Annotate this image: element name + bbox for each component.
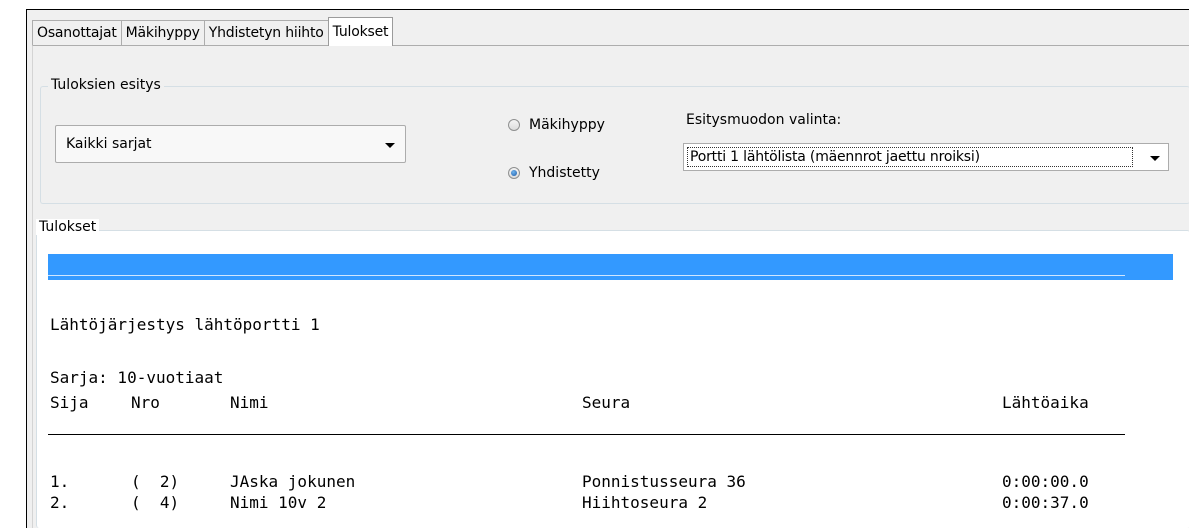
row-name: Nimi 10v 2 — [230, 493, 327, 512]
format-select-value: Portti 1 lähtölista (mäennrot jaettu nro… — [687, 147, 1133, 167]
col-header-name: Nimi — [230, 393, 269, 412]
underline-rule — [48, 275, 1125, 276]
radio-circle-selected — [508, 167, 520, 179]
col-header-rank: Sija — [50, 393, 89, 412]
row-nro: ( 2) — [131, 472, 180, 491]
chevron-down-icon — [385, 143, 395, 148]
row-nro: ( 4) — [131, 493, 180, 512]
series-select[interactable]: Kaikki sarjat — [55, 125, 406, 163]
row-rank: 2. — [50, 493, 70, 512]
radio-dot-icon — [511, 170, 517, 176]
row-name: JAska jokunen — [230, 472, 356, 491]
row-rank: 1. — [50, 472, 70, 491]
tab-yhdistetyn-hiihto[interactable]: Yhdistetyn hiihto — [203, 20, 329, 45]
results-heading: Lähtöjärjestys lähtöportti 1 — [50, 315, 320, 334]
tab-osanottajat[interactable]: Osanottajat — [32, 20, 122, 45]
results-series: Sarja: 10-vuotiaat — [50, 368, 224, 387]
radio-ski-jump-label: Mäkihyppy — [529, 117, 605, 133]
row-time: 0:00:37.0 — [1002, 493, 1089, 512]
radio-combined-label: Yhdistetty — [529, 165, 600, 181]
row-club: Hiihtoseura 2 — [582, 493, 708, 512]
selection-highlight — [48, 254, 1173, 280]
col-header-nro: Nro — [131, 393, 160, 412]
format-label: Esitysmuodon valinta: — [686, 112, 842, 128]
radio-combined[interactable]: Yhdistetty — [508, 165, 600, 181]
header-divider — [48, 434, 1125, 435]
radio-circle — [508, 119, 520, 131]
series-select-value: Kaikki sarjat — [66, 136, 152, 152]
tab-tulokset[interactable]: Tulokset — [327, 17, 394, 46]
col-header-time: Lähtöaika — [1002, 393, 1089, 412]
results-legend: Tulokset — [36, 219, 100, 235]
format-select[interactable]: Portti 1 lähtölista (mäennrot jaettu nro… — [683, 143, 1169, 171]
radio-ski-jump[interactable]: Mäkihyppy — [508, 117, 605, 133]
col-header-club: Seura — [582, 393, 631, 412]
row-time: 0:00:00.0 — [1002, 472, 1089, 491]
tab-makihyppy[interactable]: Mäkihyppy — [120, 20, 205, 45]
chevron-down-icon — [1150, 156, 1160, 161]
row-club: Ponnistusseura 36 — [582, 472, 746, 491]
display-options-legend: Tuloksien esitys — [48, 77, 164, 93]
tab-strip: Osanottajat Mäkihyppy Yhdistetyn hiihto … — [32, 17, 394, 46]
